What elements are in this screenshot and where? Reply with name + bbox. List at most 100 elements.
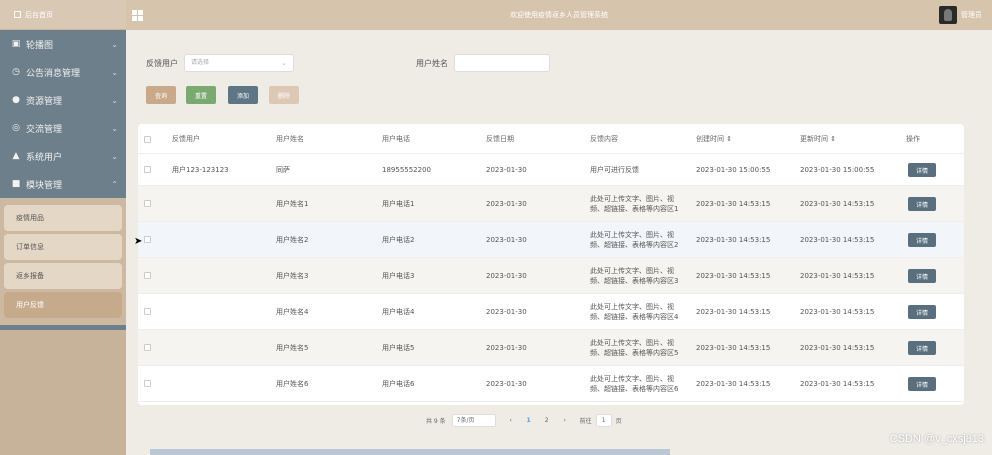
sidebar-item-label: 模块管理 [26,180,63,191]
header-title: 欢迎使用疫情返乡人员管理系统 [510,11,608,19]
chevron-down-icon: ⌄ [281,59,287,67]
chevron-down-icon: ⌄ [111,123,118,133]
user-menu[interactable]: 管理员 [939,6,982,24]
page-button[interactable]: 1 [522,414,536,427]
cell-updated-time: 2023-01-30 14:53:15 [800,236,875,244]
sidebar-item-label: 公告消息管理 [26,68,81,79]
row-checkbox[interactable] [144,166,151,173]
row-checkbox[interactable] [144,308,151,315]
total-count: 共 9 条 [426,418,446,425]
next-page-button[interactable]: › [558,414,572,427]
row-checkbox[interactable] [144,380,151,387]
cell-created-time: 2023-01-30 15:00:55 [696,166,771,174]
sidebar-item-label: 资源管理 [26,96,63,107]
sidebar-item-system-user[interactable]: ▲ 系统用户 ⌄ [0,142,126,170]
table-row[interactable]: 用户姓名4 用户电话4 2023-01-30 2023-01-30 14:53:15 2… [138,294,964,330]
feedback-user-select[interactable]: 请选择 ⌄ [184,54,294,72]
detail-button[interactable]: 详情 [908,197,936,211]
submenu-item-user-feedback[interactable]: 用户反馈 [4,292,122,318]
column-header-sortable[interactable]: 更新时间 ⇕ [800,134,836,144]
cell-feedback-date: 2023-01-30 [486,344,527,352]
column-header-sortable[interactable]: 创建时间 ⇕ [696,134,732,144]
sidebar-home-label: 后台首页 [25,10,53,19]
column-header: 反馈内容 [590,135,618,143]
add-button[interactable]: 添加 [228,86,258,104]
content-line: 此处可上传文字、图片、视 [590,231,674,239]
page-button[interactable]: 2 [540,414,554,427]
detail-button[interactable]: 详情 [908,377,936,391]
cell-created-time: 2023-01-30 14:53:15 [696,308,771,316]
row-checkbox[interactable] [144,236,151,243]
cell-updated-time: 2023-01-30 14:53:15 [800,200,875,208]
pagination: 共 9 条 7条/页 ‹ 1 2 › 前往 1 页 [426,414,622,427]
cell-created-time: 2023-01-30 14:53:15 [696,272,771,280]
table-row[interactable]: 用户姓名1 用户电话1 2023-01-30 2023-01-30 14:53:15 2… [138,186,964,222]
cell-user-name: 用户姓名4 [276,308,309,316]
cell-user-phone: 用户电话4 [382,308,415,316]
page-unit-label: 页 [615,418,622,425]
cell-feedback-content: 此处可上传文字、图片、视 频、超链接、表格等内容区3 [590,266,678,286]
sidebar-filler [0,330,126,455]
user-name-input[interactable] [454,54,550,72]
detail-button[interactable]: 详情 [908,341,936,355]
clock-icon: ◷ [12,67,20,77]
page-size-select[interactable]: 7条/页 [451,414,496,427]
watermark: CSDN @v_cxsj813 [889,433,984,445]
table-row[interactable]: 用户姓名6 用户电话6 2023-01-30 2023-01-30 14:53:15 2… [138,366,964,402]
sidebar-item-exchange[interactable]: ◎ 交流管理 ⌄ [0,114,126,142]
row-checkbox[interactable] [144,200,151,207]
sidebar: 后台首页 ▣ 轮播图 ⌄ ◷ 公告消息管理 ⌄ ● 资源管理 ⌄ ◎ 交流管理 ⌄ ▲ 系… [0,0,126,455]
submenu-item-orders[interactable]: 订单信息 [4,234,122,260]
delete-button[interactable]: 删除 [269,86,299,104]
sidebar-item-notice[interactable]: ◷ 公告消息管理 ⌄ [0,58,126,86]
cell-updated-time: 2023-01-30 14:53:15 [800,380,875,388]
sidebar-home[interactable]: 后台首页 [0,0,126,30]
cell-feedback-content: 此处可上传文字、图片、视 频、超链接、表格等内容区5 [590,338,678,358]
sidebar-item-module[interactable]: ■ 模块管理 ⌃ [0,170,126,198]
cell-feedback-content: 此处可上传文字、图片、视 频、超链接、表格等内容区4 [590,302,678,322]
column-header: 反馈日期 [486,135,514,143]
table-row[interactable]: 用户123-123123 同萨 18955552200 2023-01-30 2023-… [138,154,964,186]
cell-user-phone: 用户电话5 [382,344,415,352]
sidebar-item-label: 交流管理 [26,124,63,135]
cell-feedback-content: 此处可上传文字、图片、视 频、超链接、表格等内容区1 [590,194,678,214]
select-all-checkbox[interactable] [144,136,151,143]
goto-page-input[interactable]: 1 [595,414,612,427]
column-header: 用户电话 [382,135,410,143]
table-row[interactable]: 用户姓名5 用户电话5 2023-01-30 2023-01-30 14:53:15 2… [138,330,964,366]
cell-user-phone: 用户电话2 [382,236,415,244]
reset-button[interactable]: 重置 [186,86,216,104]
row-checkbox[interactable] [144,344,151,351]
table-row[interactable]: 用户姓名3 用户电话3 2023-01-30 2023-01-30 14:53:15 2… [138,258,964,294]
cell-feedback-date: 2023-01-30 [486,308,527,316]
horizontal-scrollbar[interactable] [150,449,670,455]
row-checkbox[interactable] [144,272,151,279]
cell-user-name: 用户姓名6 [276,380,309,388]
content-line: 用户可进行反馈 [590,166,639,174]
top-header: 欢迎使用疫情返乡人员管理系统 管理员 [126,0,992,30]
detail-button[interactable]: 详情 [908,269,936,283]
feedback-table: 反馈用户 用户姓名 用户电话 反馈日期 反馈内容 创建时间 ⇕ 更新时间 ⇕ 操… [138,124,964,405]
detail-button[interactable]: 详情 [908,163,936,177]
cell-user-name: 同萨 [276,166,290,174]
cell-feedback-user: 用户123-123123 [172,166,229,174]
submenu-item-return-report[interactable]: 返乡报备 [4,263,122,289]
goto-label: 前往 [579,418,592,425]
submenu-item-supplies[interactable]: 疫情用品 [4,205,122,231]
detail-button[interactable]: 详情 [908,233,936,247]
sidebar-item-resource[interactable]: ● 资源管理 ⌄ [0,86,126,114]
cell-feedback-content: 此处可上传文字、图片、视 频、超链接、表格等内容区2 [590,230,678,250]
sidebar-item-carousel[interactable]: ▣ 轮播图 ⌄ [0,30,126,58]
cell-user-phone: 用户电话6 [382,380,415,388]
column-header: 操作 [906,135,920,143]
content-line: 此处可上传文字、图片、视 [590,195,674,203]
table-row[interactable]: 用户姓名2 用户电话2 2023-01-30 2023-01-30 14:53:15 2… [138,222,964,258]
cell-user-name: 用户姓名5 [276,344,309,352]
user-icon: ▲ [12,151,20,161]
content-line: 频、超链接、表格等内容区5 [590,349,679,357]
detail-button[interactable]: 详情 [908,305,936,319]
prev-page-button[interactable]: ‹ [504,414,518,427]
query-button[interactable]: 查询 [146,86,176,104]
cell-feedback-date: 2023-01-30 [486,380,527,388]
chevron-down-icon: ⌄ [111,39,118,49]
